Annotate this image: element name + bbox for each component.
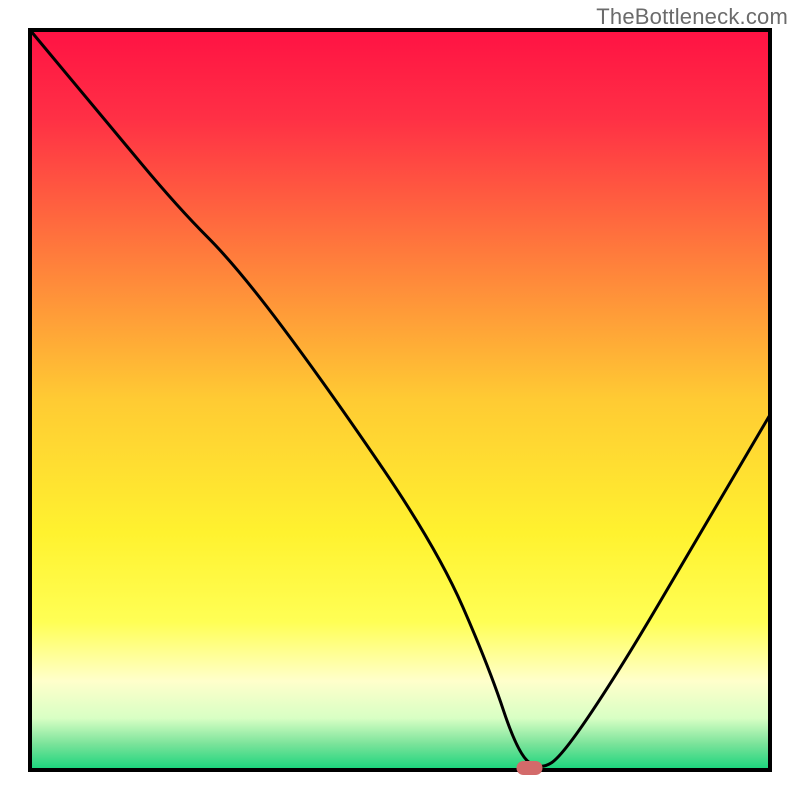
- gradient-background: [30, 30, 770, 770]
- chart-svg: [0, 0, 800, 800]
- bottleneck-chart: TheBottleneck.com: [0, 0, 800, 800]
- optimum-marker: [517, 761, 543, 775]
- plot-area: [30, 30, 770, 775]
- watermark-text: TheBottleneck.com: [596, 4, 788, 30]
